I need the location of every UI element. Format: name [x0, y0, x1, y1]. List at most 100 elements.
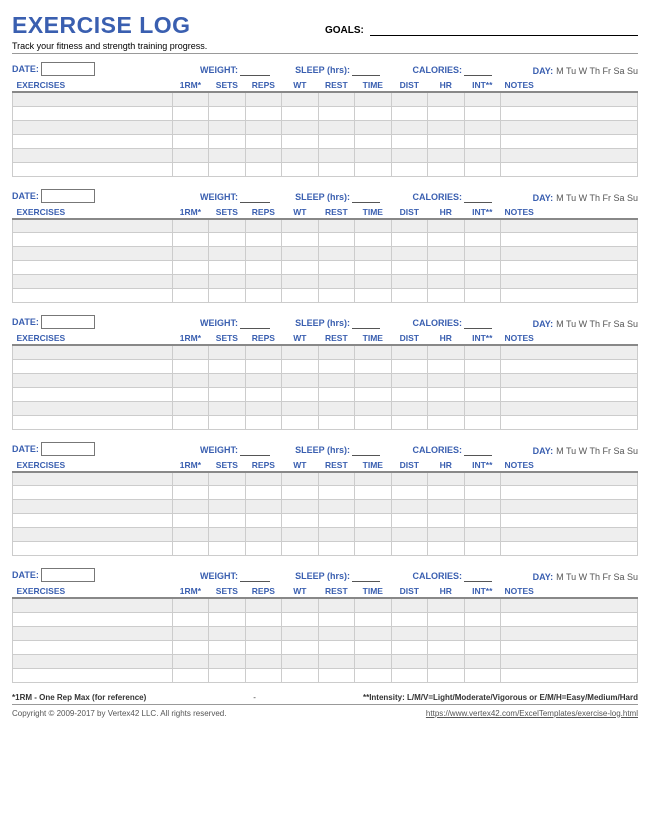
- cell[interactable]: [501, 598, 638, 612]
- cell[interactable]: [391, 148, 427, 162]
- cell[interactable]: [209, 345, 245, 359]
- cell[interactable]: [172, 598, 208, 612]
- weight-input-line[interactable]: [240, 570, 270, 582]
- cell[interactable]: [391, 668, 427, 682]
- cell[interactable]: [13, 514, 173, 528]
- cell[interactable]: [355, 134, 391, 148]
- date-input-box[interactable]: [41, 62, 95, 76]
- cell[interactable]: [464, 654, 500, 668]
- cell[interactable]: [318, 626, 354, 640]
- cell[interactable]: [282, 598, 318, 612]
- cell[interactable]: [355, 359, 391, 373]
- cell[interactable]: [245, 373, 281, 387]
- cell[interactable]: [209, 528, 245, 542]
- cell[interactable]: [282, 626, 318, 640]
- cell[interactable]: [172, 542, 208, 556]
- cell[interactable]: [209, 415, 245, 429]
- cell[interactable]: [209, 120, 245, 134]
- cell[interactable]: [391, 247, 427, 261]
- goals-input-line[interactable]: [370, 22, 638, 36]
- cell[interactable]: [428, 233, 464, 247]
- cell[interactable]: [501, 542, 638, 556]
- cell[interactable]: [501, 359, 638, 373]
- cell[interactable]: [391, 654, 427, 668]
- cell[interactable]: [318, 106, 354, 120]
- cell[interactable]: [282, 514, 318, 528]
- cell[interactable]: [172, 373, 208, 387]
- cell[interactable]: [464, 219, 500, 233]
- cell[interactable]: [282, 359, 318, 373]
- cell[interactable]: [318, 528, 354, 542]
- cell[interactable]: [245, 289, 281, 303]
- cell[interactable]: [282, 472, 318, 486]
- cell[interactable]: [318, 120, 354, 134]
- cell[interactable]: [391, 261, 427, 275]
- cell[interactable]: [172, 387, 208, 401]
- day-selector[interactable]: M Tu W Th Fr Sa Su: [556, 193, 638, 203]
- date-input-box[interactable]: [41, 442, 95, 456]
- cell[interactable]: [391, 401, 427, 415]
- cell[interactable]: [428, 247, 464, 261]
- cell[interactable]: [13, 275, 173, 289]
- cell[interactable]: [464, 261, 500, 275]
- cell[interactable]: [209, 275, 245, 289]
- cell[interactable]: [282, 640, 318, 654]
- cell[interactable]: [501, 612, 638, 626]
- cell[interactable]: [209, 500, 245, 514]
- cell[interactable]: [172, 514, 208, 528]
- cell[interactable]: [318, 247, 354, 261]
- cell[interactable]: [355, 92, 391, 106]
- cell[interactable]: [13, 289, 173, 303]
- cell[interactable]: [13, 148, 173, 162]
- calories-input-line[interactable]: [464, 64, 492, 76]
- cell[interactable]: [501, 219, 638, 233]
- cell[interactable]: [428, 359, 464, 373]
- cell[interactable]: [391, 345, 427, 359]
- cell[interactable]: [282, 373, 318, 387]
- cell[interactable]: [13, 500, 173, 514]
- cell[interactable]: [13, 542, 173, 556]
- cell[interactable]: [318, 500, 354, 514]
- cell[interactable]: [209, 162, 245, 176]
- cell[interactable]: [428, 668, 464, 682]
- cell[interactable]: [172, 528, 208, 542]
- cell[interactable]: [501, 148, 638, 162]
- cell[interactable]: [209, 472, 245, 486]
- cell[interactable]: [355, 373, 391, 387]
- cell[interactable]: [501, 668, 638, 682]
- cell[interactable]: [464, 472, 500, 486]
- cell[interactable]: [209, 626, 245, 640]
- cell[interactable]: [282, 612, 318, 626]
- cell[interactable]: [464, 275, 500, 289]
- cell[interactable]: [464, 106, 500, 120]
- cell[interactable]: [318, 387, 354, 401]
- cell[interactable]: [245, 514, 281, 528]
- cell[interactable]: [391, 120, 427, 134]
- cell[interactable]: [172, 415, 208, 429]
- date-input-box[interactable]: [41, 568, 95, 582]
- cell[interactable]: [13, 640, 173, 654]
- cell[interactable]: [318, 148, 354, 162]
- cell[interactable]: [13, 401, 173, 415]
- calories-input-line[interactable]: [464, 191, 492, 203]
- cell[interactable]: [282, 233, 318, 247]
- cell[interactable]: [464, 120, 500, 134]
- cell[interactable]: [282, 247, 318, 261]
- cell[interactable]: [282, 92, 318, 106]
- cell[interactable]: [428, 626, 464, 640]
- cell[interactable]: [355, 472, 391, 486]
- cell[interactable]: [464, 486, 500, 500]
- cell[interactable]: [464, 247, 500, 261]
- cell[interactable]: [428, 401, 464, 415]
- cell[interactable]: [318, 472, 354, 486]
- cell[interactable]: [464, 359, 500, 373]
- cell[interactable]: [355, 415, 391, 429]
- cell[interactable]: [501, 261, 638, 275]
- cell[interactable]: [13, 345, 173, 359]
- cell[interactable]: [428, 500, 464, 514]
- cell[interactable]: [355, 668, 391, 682]
- cell[interactable]: [391, 233, 427, 247]
- cell[interactable]: [355, 486, 391, 500]
- cell[interactable]: [355, 106, 391, 120]
- cell[interactable]: [464, 345, 500, 359]
